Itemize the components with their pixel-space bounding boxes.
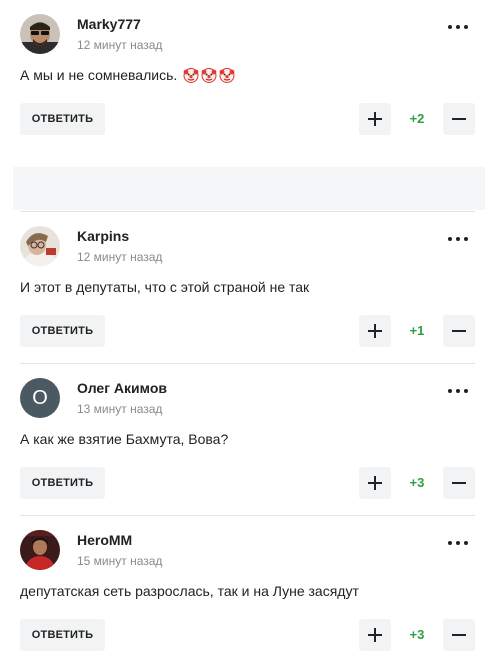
comment: HeroMM 15 минут назад депутатская сеть р… [20, 530, 475, 651]
divider [20, 363, 475, 364]
vote-score: +1 [409, 323, 425, 338]
comment-actions: ОТВЕТИТЬ +1 [20, 315, 475, 347]
downvote-minus-icon[interactable] [443, 315, 475, 347]
comment-text-body: А мы и не сомневались. [20, 67, 178, 84]
downvote-minus-icon[interactable] [443, 619, 475, 651]
avatar[interactable] [20, 14, 60, 54]
comment-time: 15 минут назад [77, 554, 163, 568]
comment-text: А как же взятие Бахмута, Вова? [20, 431, 229, 447]
reply-button[interactable]: ОТВЕТИТЬ [20, 467, 105, 499]
author-name[interactable]: Олег Акимов [77, 380, 167, 396]
vote-score: +3 [409, 627, 425, 642]
avatar[interactable] [20, 530, 60, 570]
comment-actions: ОТВЕТИТЬ +2 [20, 103, 475, 135]
comment: О Олег Акимов 13 минут назад А как же вз… [20, 378, 475, 499]
upvote-plus-icon[interactable] [359, 467, 391, 499]
divider [20, 211, 475, 212]
comment-time: 12 минут назад [77, 38, 163, 52]
comment-actions: ОТВЕТИТЬ +3 [20, 467, 475, 499]
comment-header: HeroMM 15 минут назад [20, 530, 475, 572]
divider [20, 515, 475, 516]
upvote-plus-icon[interactable] [359, 103, 391, 135]
downvote-minus-icon[interactable] [443, 103, 475, 135]
reply-button[interactable]: ОТВЕТИТЬ [20, 619, 105, 651]
more-options-icon[interactable] [447, 232, 469, 246]
reply-button[interactable]: ОТВЕТИТЬ [20, 103, 105, 135]
comment: Karpins 12 минут назад И этот в депутаты… [20, 226, 475, 347]
clown-face-icon [219, 67, 235, 86]
clown-face-icon [183, 67, 199, 86]
vote-score: +3 [409, 475, 425, 490]
author-name[interactable]: Karpins [77, 228, 129, 244]
clown-face-icon [201, 67, 217, 86]
comment-header: Karpins 12 минут назад [20, 226, 475, 268]
comment-actions: ОТВЕТИТЬ +3 [20, 619, 475, 651]
comment-text: депутатская сеть разрослась, так и на Лу… [20, 583, 359, 599]
comment-text: И этот в депутаты, что с этой страной не… [20, 279, 310, 295]
more-options-icon[interactable] [447, 384, 469, 398]
avatar[interactable] [20, 226, 60, 266]
more-options-icon[interactable] [447, 536, 469, 550]
comment-text: А мы и не сомневались. [20, 67, 235, 86]
vote-score: +2 [409, 111, 425, 126]
comment-time: 12 минут назад [77, 250, 163, 264]
comment: Marky777 12 минут назад А мы и не сомнев… [20, 14, 475, 135]
author-name[interactable]: Marky777 [77, 16, 141, 32]
reply-button[interactable]: ОТВЕТИТЬ [20, 315, 105, 347]
author-name[interactable]: HeroMM [77, 532, 132, 548]
ad-placeholder [13, 167, 485, 210]
comment-header: О Олег Акимов 13 минут назад [20, 378, 475, 420]
more-options-icon[interactable] [447, 20, 469, 34]
downvote-minus-icon[interactable] [443, 467, 475, 499]
upvote-plus-icon[interactable] [359, 315, 391, 347]
upvote-plus-icon[interactable] [359, 619, 391, 651]
comment-time: 13 минут назад [77, 402, 163, 416]
avatar[interactable]: О [20, 378, 60, 418]
comment-header: Marky777 12 минут назад [20, 14, 475, 56]
